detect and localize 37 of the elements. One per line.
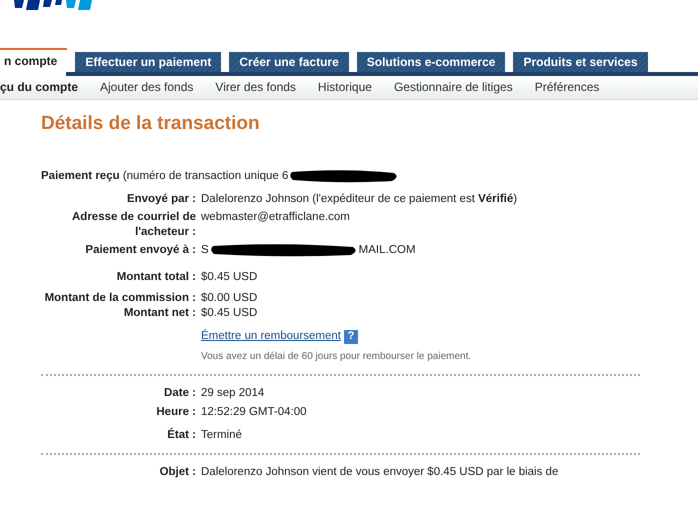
field-value: webmaster@etrafficlane.com <box>201 211 350 224</box>
field-label: Montant de la commission : <box>44 291 196 306</box>
nav-tab[interactable]: Créer une facture <box>229 52 349 72</box>
field-label: Montant total : <box>116 270 196 286</box>
field-label: Paiement envoyé à : <box>85 243 196 258</box>
field-label: Montant net : <box>124 306 196 322</box>
subnav-link[interactable]: Préférences <box>534 80 600 95</box>
section-heading: Paiement reçu <box>41 170 120 182</box>
object-text: Dalelorenzo Johnson vient de vous envoyer $0.45 USD par le biais de <box>201 466 558 478</box>
subnav-link[interactable]: Gestionnaire de litiges <box>394 80 513 95</box>
subnav-link[interactable]: Historique <box>318 80 372 95</box>
amount-value: $0.00 USD <box>201 292 258 304</box>
field-label: Objet : <box>160 465 196 480</box>
field-label: Heure : <box>156 405 196 420</box>
field-label: Envoyé par : <box>126 192 196 208</box>
amount-value: $0.45 USD <box>201 271 258 284</box>
page-title: Détails de la transaction <box>41 116 261 131</box>
nav-tab[interactable]: Solutions e-commerce <box>356 52 506 72</box>
field-label: État : <box>167 428 196 444</box>
transaction-text: (numéro de transaction unique 6 <box>122 170 288 182</box>
subnav-link[interactable]: çu du compte <box>0 80 78 95</box>
refund-note: Vous avez un délai de 60 jours pour rembourser le paiement. <box>201 351 472 362</box>
help-button[interactable]: ? <box>344 330 358 344</box>
nav-tab[interactable]: Effectuer un paiement <box>75 52 222 72</box>
amount-value: $0.45 USD <box>201 307 258 320</box>
refund-link[interactable]: Émettre un remboursement <box>201 329 341 344</box>
field-label: Date : <box>164 386 196 402</box>
field-value: MAIL.COM <box>358 244 416 256</box>
field-label: Adresse de courriel de l'acheteur : <box>71 210 196 240</box>
subnav-link[interactable]: Ajouter des fonds <box>100 80 194 95</box>
field-value: Dalelorenzo Johnson (l'expéditeur de ce paiement est Vérifié) <box>201 193 518 206</box>
field-value: 29 sep 2014 <box>201 387 264 400</box>
field-value: S <box>201 244 209 256</box>
subnav-link[interactable]: Virer des fonds <box>215 80 296 95</box>
field-value: 12:52:29 GMT-04:00 <box>201 406 306 418</box>
field-value: Terminé <box>201 429 242 442</box>
nav-tab[interactable]: Produits et services <box>513 52 648 72</box>
